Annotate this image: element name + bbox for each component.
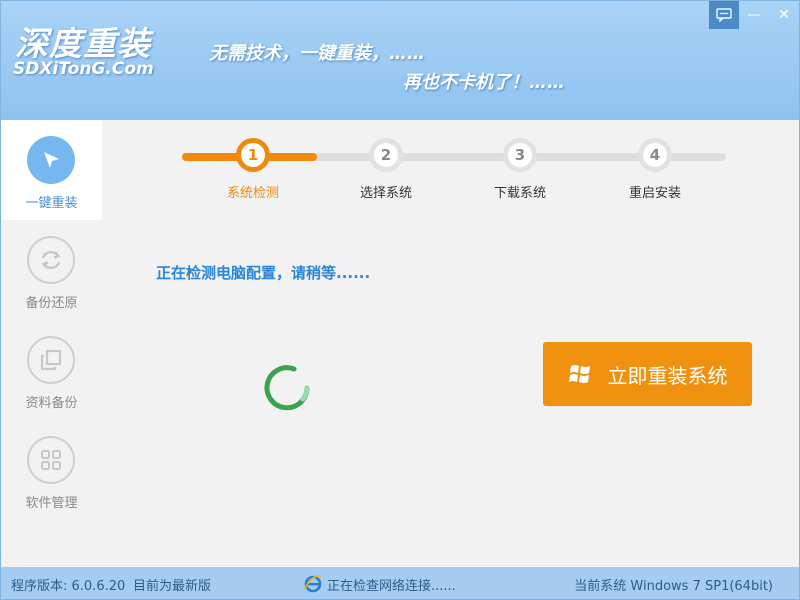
program-version: 程序版本: 6.0.6.20 [11,579,126,594]
chat-icon [716,8,732,22]
step-label: 下载系统 [493,186,546,201]
sidebar-item-software-management[interactable]: 软件管理 [1,420,102,520]
logo-english: SDXiTonG.Com [13,59,154,79]
step-number: 1 [241,143,265,167]
step-label: 选择系统 [359,186,412,201]
app-window: 深度重装 SDXiTonG.Com 无需技术，一键重装，…… 再也不卡机了！……… [0,0,800,600]
close-button[interactable]: ✕ [769,1,799,29]
sidebar-item-label: 一键重装 [25,196,78,211]
sidebar-item-label: 软件管理 [25,496,78,511]
step-system-check: 1 系统检测 [203,138,303,201]
step-circle: 2 [369,138,403,172]
reinstall-button-label: 立即重装系统 [607,363,728,388]
step-number: 4 [643,143,667,167]
window-controls: — ✕ [709,1,799,31]
detection-status-text: 正在检测电脑配置，请稍等...... [156,264,371,282]
windows-logo-icon [568,365,590,383]
step-choose-system: 2 选择系统 [336,138,436,201]
minimize-button[interactable]: — [739,1,769,29]
slogan-line-2: 再也不卡机了！…… [403,72,565,93]
current-os-info: 当前系统 Windows 7 SP1(64bit) [574,579,773,594]
step-circle: 1 [236,138,270,172]
status-bar: 程序版本: 6.0.6.20 目前为最新版 正在检查网络连接...... 当前系… [1,567,799,599]
update-status: 目前为最新版 [133,579,212,594]
step-number: 3 [508,143,532,167]
network-check-status: 正在检查网络连接...... [327,579,456,594]
step-number: 2 [374,143,398,167]
step-circle: 4 [638,138,672,172]
sidebar-item-label: 备份还原 [25,296,78,311]
sidebar-item-one-click-reinstall[interactable]: 一键重装 [1,120,102,220]
main-panel: 1 系统检测 2 选择系统 3 下载系统 4 重启安装 正在检测电脑配置，请稍等… [102,120,799,567]
grid-icon [27,436,75,484]
step-circle: 3 [503,138,537,172]
sidebar-item-label: 资料备份 [25,396,78,411]
slogan-line-1: 无需技术，一键重装，…… [209,43,425,64]
ie-browser-icon [303,573,323,597]
step-download-system: 3 下载系统 [470,138,570,201]
header-banner: 深度重装 SDXiTonG.Com 无需技术，一键重装，…… 再也不卡机了！……… [1,1,799,120]
sidebar: 一键重装 备份还原 资料备份 软件管理 [1,120,102,567]
logo-chinese: 深度重装 [15,24,151,63]
sync-arrows-icon [27,236,75,284]
step-label: 重启安装 [628,186,681,201]
step-label: 系统检测 [226,186,279,201]
loading-spinner-icon [262,363,312,417]
sidebar-item-backup-restore[interactable]: 备份还原 [1,220,102,320]
step-reboot-install: 4 重启安装 [605,138,705,201]
cursor-arrow-icon [27,136,75,184]
reinstall-now-button[interactable]: 立即重装系统 [543,342,752,406]
feedback-button[interactable] [709,1,739,29]
sidebar-item-data-backup[interactable]: 资料备份 [1,320,102,420]
copy-squares-icon [27,336,75,384]
